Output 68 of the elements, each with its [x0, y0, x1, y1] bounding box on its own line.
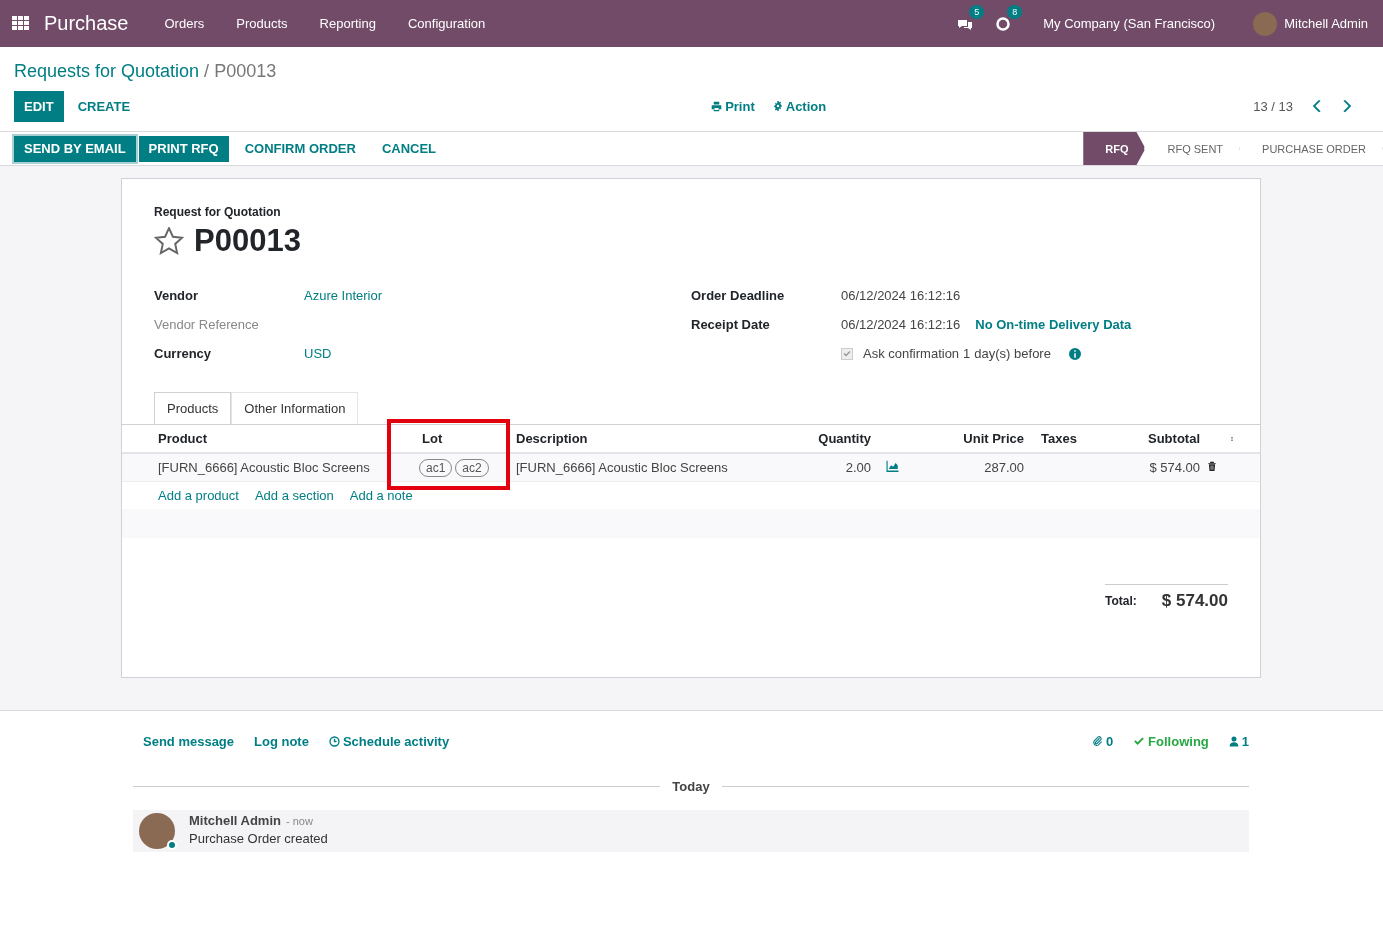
primary-button[interactable]: PRINT RFQ	[138, 135, 229, 162]
following-button[interactable]: Following	[1133, 733, 1209, 749]
company-name[interactable]: My Company (San Francisco)	[1043, 16, 1216, 31]
table-cell-text: [FURN_6666] Acoustic Bloc Screens	[516, 460, 729, 475]
field-value[interactable]: USD	[304, 346, 332, 361]
status-stage[interactable]: RFQ SENT	[1145, 132, 1241, 165]
breadcrumb-separator: /	[204, 60, 210, 82]
field-label: Order Deadline	[691, 288, 786, 303]
field-value: 1	[963, 346, 971, 361]
total-label: Total:	[1105, 594, 1137, 608]
followers-button[interactable]: 1	[1228, 733, 1249, 749]
column-header[interactable]: Taxes	[1041, 431, 1111, 446]
table-cell-text: 287.00	[983, 460, 1024, 475]
message-count: 5	[969, 4, 985, 19]
action-link[interactable]: Action	[772, 98, 827, 114]
primary-button[interactable]: EDIT	[14, 90, 64, 122]
primary-button[interactable]: SEND BY EMAIL	[14, 135, 136, 162]
field-label: Vendor	[154, 288, 200, 303]
chatter-action[interactable]: Schedule activity	[328, 733, 450, 749]
print-link[interactable]: Print	[711, 98, 755, 114]
column-header[interactable]: Product	[158, 431, 419, 446]
message-body: Purchase Order created	[189, 831, 328, 846]
field-value: 06/12/2024 16:12:16	[841, 288, 961, 303]
column-header[interactable]: Unit Price	[911, 431, 1024, 446]
field-label: Receipt Date	[691, 317, 771, 332]
column-header[interactable]: Description	[516, 431, 771, 446]
add-line-link[interactable]: Add a product	[158, 488, 239, 538]
delivery-data-link[interactable]: No On-time Delivery Data	[975, 317, 1132, 332]
table-cell-text: 2.00	[844, 460, 871, 475]
tab[interactable]: Other Information	[231, 392, 359, 425]
menu-item[interactable]: Orders	[148, 16, 221, 31]
total-value: $ 574.00	[1161, 591, 1228, 611]
tab[interactable]: Products	[154, 392, 232, 425]
message-author: Mitchell Admin	[189, 813, 281, 828]
chatter-action[interactable]: Send message	[143, 733, 235, 749]
status-stage[interactable]: RFQ	[1083, 132, 1146, 165]
field-value[interactable]: Azure Interior	[304, 288, 383, 303]
activity-count: 8	[1007, 4, 1023, 19]
link-button[interactable]: CONFIRM ORDER	[234, 133, 366, 164]
breadcrumb-current: P00013	[214, 60, 277, 82]
column-header[interactable]: Quantity	[771, 431, 871, 446]
link-button[interactable]: CREATE	[67, 90, 141, 122]
date-separator: Today	[672, 779, 710, 794]
field-label: Ask confirmation	[863, 346, 960, 361]
message-time: - now	[285, 815, 313, 827]
breadcrumb-link[interactable]: Requests for Quotation	[14, 60, 200, 82]
pager: 13 / 13	[1253, 98, 1293, 114]
link-button[interactable]: CANCEL	[371, 133, 447, 164]
field-label: Vendor Reference	[154, 317, 260, 332]
record-name: P00013	[194, 223, 301, 259]
field-label: day(s) before	[974, 346, 1051, 361]
column-header[interactable]: Lot	[419, 431, 516, 446]
menu-item[interactable]: Configuration	[391, 16, 502, 31]
add-line-link[interactable]: Add a section	[254, 488, 334, 538]
attachments-button[interactable]: 0	[1091, 733, 1114, 749]
app-name[interactable]: Purchase	[44, 12, 129, 35]
form-title-label: Request for Quotation	[154, 205, 282, 219]
add-line-link[interactable]: Add a note	[349, 488, 413, 538]
field-label: Currency	[154, 346, 213, 361]
table-cell-text: $ 574.00	[1148, 460, 1200, 475]
user-name[interactable]: Mitchell Admin	[1284, 16, 1368, 31]
column-header[interactable]: Subtotal	[1111, 431, 1200, 446]
field-value: 06/12/2024 16:12:16	[841, 317, 961, 332]
status-stage[interactable]: PURCHASE ORDER	[1240, 132, 1383, 165]
menu-item[interactable]: Products	[220, 16, 304, 31]
menu-item[interactable]: Reporting	[303, 16, 392, 31]
chatter-action[interactable]: Log note	[254, 733, 309, 749]
table-cell-text: [FURN_6666] Acoustic Bloc Screens	[158, 460, 371, 475]
